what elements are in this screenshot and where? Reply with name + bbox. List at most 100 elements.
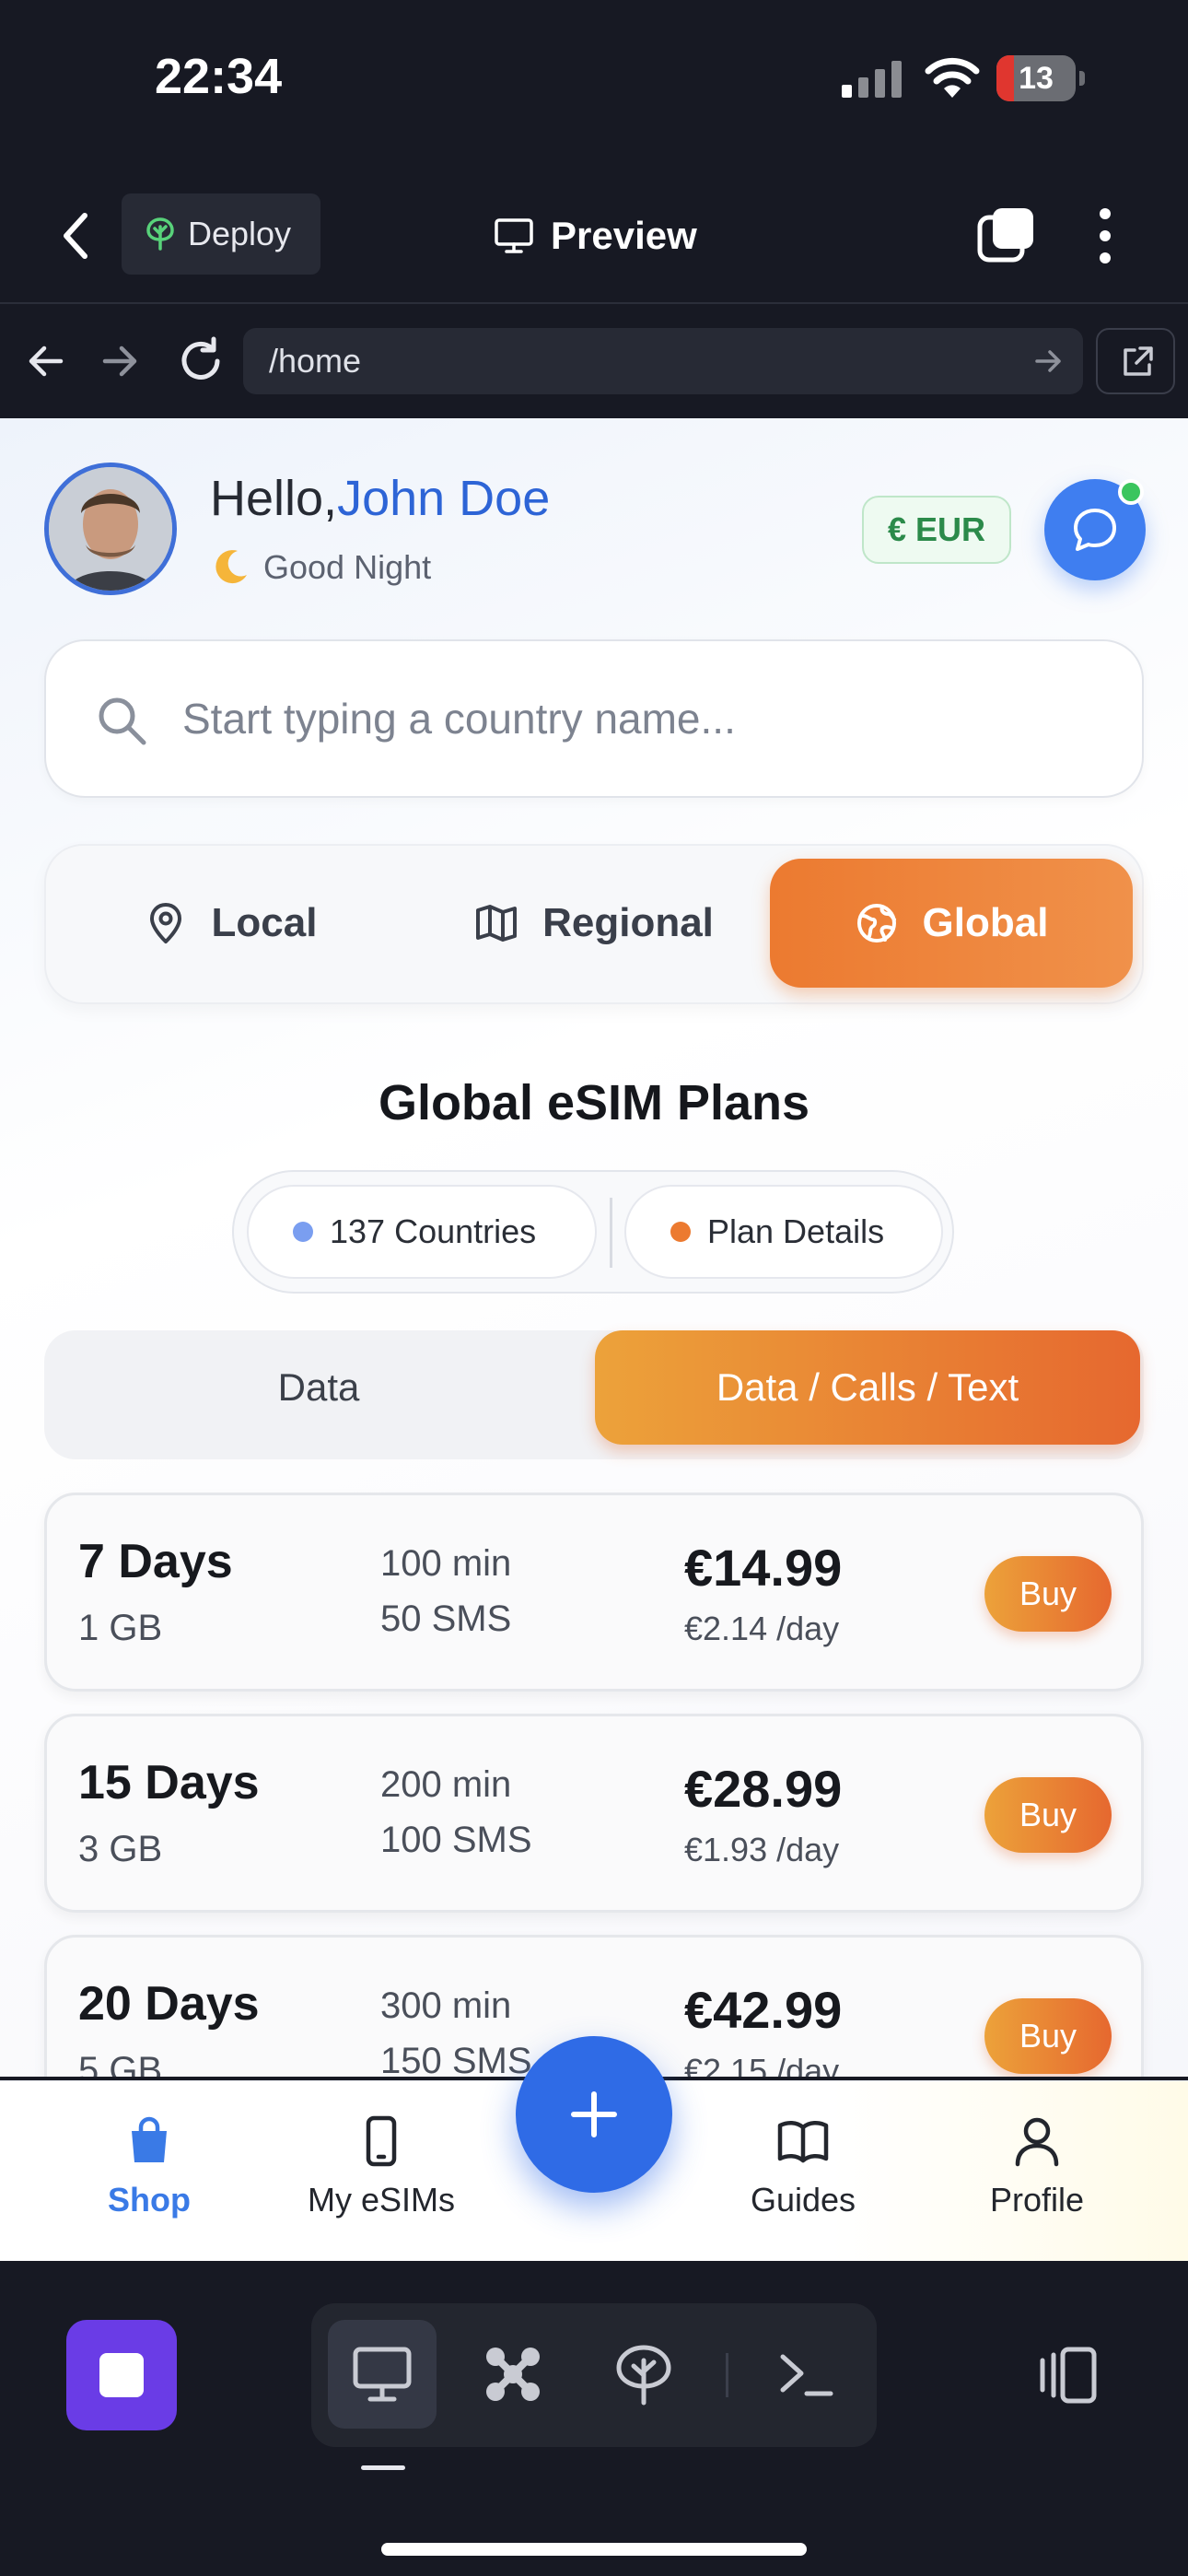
- more-options-icon[interactable]: [1092, 206, 1118, 265]
- plan-price-per-day: €2.15 /day: [684, 2052, 840, 2077]
- countries-dot: [293, 1222, 313, 1242]
- terminal-icon: [780, 2354, 833, 2396]
- plan-price-per-day: €2.14 /day: [684, 1610, 840, 1647]
- arrow-right-icon[interactable]: [98, 339, 142, 383]
- add-button[interactable]: [516, 2036, 672, 2193]
- currency-selector[interactable]: € EUR: [862, 496, 1011, 564]
- ide-toolbar: Deploy Preview: [0, 166, 1188, 304]
- stop-icon: [99, 2353, 144, 2397]
- plan-sms: 50 SMS: [380, 1598, 512, 1639]
- time-of-day-label: Good Night: [263, 548, 432, 586]
- shopping-bag-icon: [132, 2116, 167, 2162]
- deploy-label: Deploy: [188, 215, 292, 252]
- monitor-icon: [353, 2347, 412, 2402]
- dock-tools: [311, 2303, 877, 2447]
- plan-minutes: 300 min: [380, 1985, 512, 2026]
- terminal-button[interactable]: [751, 2320, 860, 2429]
- tab-global[interactable]: Global: [770, 859, 1133, 988]
- plan-data: 5 GB: [78, 2050, 163, 2077]
- battery-indicator: 13: [996, 55, 1085, 101]
- plan-price: €42.99: [684, 1981, 843, 2039]
- map-pin-icon: [149, 903, 181, 943]
- plan-price-per-day: €1.93 /day: [684, 1831, 840, 1868]
- open-external-button[interactable]: [1096, 328, 1175, 394]
- avatar-photo: [49, 467, 172, 591]
- arrow-left-icon[interactable]: [24, 339, 68, 383]
- plan-card[interactable]: 15 Days 3 GB 200 min 100 SMS €28.99 €1.9…: [44, 1714, 1144, 1913]
- preview-tab[interactable]: Preview: [494, 206, 697, 265]
- time-of-day: Good Night: [210, 547, 431, 588]
- plan-type-data-calls-text[interactable]: Data / Calls / Text: [595, 1330, 1140, 1445]
- nav-my-esims-label: My eSIMs: [307, 2181, 455, 2219]
- plan-details-pill[interactable]: Plan Details: [624, 1185, 943, 1279]
- buy-button[interactable]: Buy: [984, 1777, 1112, 1853]
- url-field[interactable]: /home: [243, 328, 1083, 394]
- plan-type-data[interactable]: Data: [44, 1330, 593, 1445]
- layout-toggle-icon[interactable]: [1031, 2346, 1098, 2405]
- deploy-dock-button[interactable]: [589, 2320, 698, 2429]
- plan-data: 1 GB: [78, 1608, 163, 1648]
- deploy-button[interactable]: Deploy: [122, 193, 320, 275]
- globe-icon: [856, 904, 896, 943]
- go-arrow-icon[interactable]: [1031, 345, 1065, 378]
- map-icon: [476, 905, 518, 942]
- browser-url-bar: /home: [0, 304, 1188, 418]
- home-indicator[interactable]: [381, 2543, 807, 2556]
- status-bar: 22:34 13: [0, 0, 1188, 166]
- greeting-hello: Hello,: [210, 471, 338, 526]
- battery-level: 13: [1019, 61, 1054, 96]
- plan-price: €28.99: [684, 1760, 843, 1818]
- plan-duration: 7 Days: [78, 1535, 233, 1588]
- tab-regional-label: Regional: [542, 900, 714, 945]
- reload-icon[interactable]: [175, 335, 227, 387]
- tab-global-label: Global: [922, 900, 1049, 945]
- cellular-signal-icon: [842, 61, 902, 98]
- puzzle-grid-icon: [486, 2348, 540, 2401]
- status-time: 22:34: [155, 49, 283, 104]
- plan-duration: 20 Days: [78, 1977, 260, 2031]
- monitor-icon: [495, 218, 533, 253]
- dock-separator: [726, 2353, 728, 2397]
- tabs-icon[interactable]: [976, 205, 1037, 265]
- plan-duration: 15 Days: [78, 1756, 260, 1809]
- buy-button[interactable]: Buy: [984, 1998, 1112, 2074]
- deploy-tree-icon: [616, 2345, 671, 2406]
- tab-local-label: Local: [211, 900, 318, 945]
- pill-divider: [610, 1198, 612, 1268]
- user-icon: [1015, 2117, 1059, 2167]
- countries-pill[interactable]: 137 Countries: [247, 1185, 597, 1279]
- active-tab-indicator: [361, 2465, 405, 2470]
- info-pills: 137 Countries Plan Details: [232, 1170, 954, 1294]
- buy-button[interactable]: Buy: [984, 1556, 1112, 1632]
- section-title: Global eSIM Plans: [378, 1075, 810, 1130]
- plan-type-toggle: Data Data / Calls / Text: [44, 1330, 1144, 1459]
- nav-profile-label: Profile: [989, 2181, 1085, 2219]
- plan-data: 3 GB: [78, 1829, 163, 1869]
- tab-local[interactable]: Local: [59, 859, 402, 988]
- nav-shop-label: Shop: [108, 2181, 191, 2219]
- nav-shop[interactable]: Shop: [57, 2114, 241, 2219]
- plan-card[interactable]: 7 Days 1 GB 100 min 50 SMS €14.99 €2.14 …: [44, 1493, 1144, 1692]
- stop-button[interactable]: [66, 2320, 177, 2430]
- countries-label: 137 Countries: [330, 1212, 537, 1250]
- greeting-text: Hello,John Doe: [210, 470, 550, 527]
- wifi-icon: [925, 57, 980, 98]
- tab-regional[interactable]: Regional: [414, 859, 774, 988]
- plus-icon: [571, 2091, 617, 2137]
- country-search: [44, 639, 1144, 798]
- nav-profile[interactable]: Profile: [945, 2114, 1129, 2219]
- nav-my-esims[interactable]: My eSIMs: [289, 2114, 473, 2219]
- phone-icon: [366, 2115, 397, 2167]
- ide-dock: [0, 2261, 1188, 2576]
- external-link-icon: [1124, 346, 1153, 376]
- preview-mode-button[interactable]: [328, 2320, 437, 2429]
- moon-icon: [215, 550, 247, 584]
- online-status-dot: [1118, 479, 1144, 505]
- integrations-button[interactable]: [459, 2320, 567, 2429]
- nav-guides[interactable]: Guides: [711, 2114, 895, 2219]
- search-input[interactable]: [182, 641, 1103, 796]
- plan-details-dot: [670, 1222, 691, 1242]
- plan-minutes: 100 min: [380, 1543, 512, 1584]
- back-chevron-icon[interactable]: [52, 206, 103, 265]
- avatar[interactable]: [44, 463, 177, 595]
